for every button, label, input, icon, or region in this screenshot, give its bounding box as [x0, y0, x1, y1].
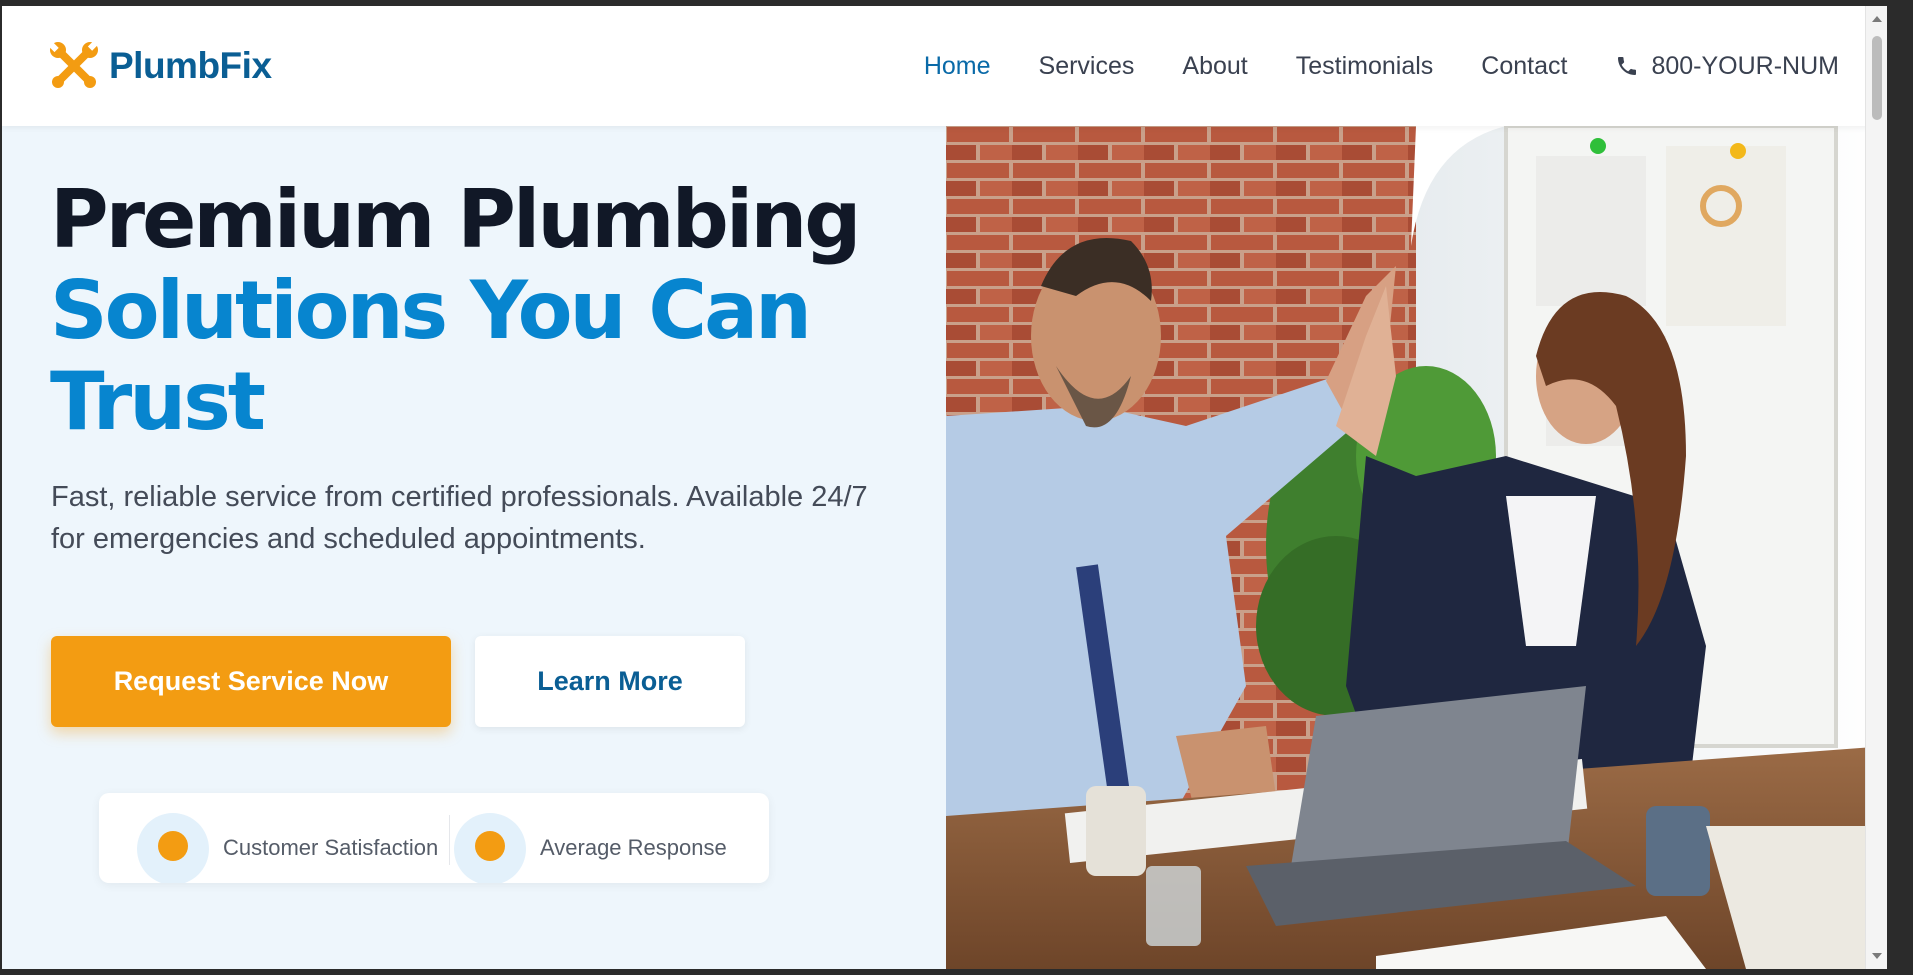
wrench-cross-icon: [49, 41, 98, 88]
nav-contact[interactable]: Contact: [1481, 52, 1567, 81]
scroll-down-arrow-icon[interactable]: [1872, 953, 1882, 959]
stat-response: Average Response: [454, 813, 727, 883]
browser-viewport: PlumbFix Home Services About Testimonial…: [2, 6, 1887, 969]
brand-name: PlumbFix: [109, 45, 272, 86]
office-high-five-photo: [946, 126, 1887, 969]
phone-number: 800-YOUR-NUM: [1651, 51, 1839, 80]
stat-label: Customer Satisfaction: [223, 835, 439, 860]
main-nav: Home Services About Testimonials Contact…: [876, 6, 1839, 126]
brand-logo[interactable]: PlumbFix: [49, 41, 272, 91]
learn-more-button[interactable]: Learn More: [475, 636, 745, 727]
hero-photo: [946, 126, 1887, 969]
hero-subtitle: Fast, reliable service from certified pr…: [51, 481, 868, 555]
nav-about[interactable]: About: [1182, 52, 1247, 81]
site-header: PlumbFix Home Services About Testimonial…: [2, 6, 1887, 126]
nav-testimonials[interactable]: Testimonials: [1296, 52, 1434, 81]
page-scrollbar[interactable]: [1865, 6, 1887, 969]
stat-satisfaction: Customer Satisfaction: [137, 813, 438, 883]
satisfaction-icon: [137, 813, 209, 883]
hero-title-line2: Solutions You Can Trust: [50, 264, 812, 448]
scrollbar-thumb[interactable]: [1872, 36, 1882, 120]
scroll-up-arrow-icon[interactable]: [1872, 16, 1882, 22]
stats-card: Customer Satisfaction Average Response: [99, 793, 769, 883]
phone-link[interactable]: 800-YOUR-NUM: [1615, 52, 1839, 81]
stat-divider: [449, 815, 450, 865]
nav-services[interactable]: Services: [1039, 52, 1135, 81]
stat-label: Average Response: [540, 835, 727, 860]
hero-title-line1: Premium Plumbing: [50, 173, 862, 266]
response-time-icon: [454, 813, 526, 883]
nav-home[interactable]: Home: [924, 52, 991, 81]
hero-title: Premium Plumbing Solutions You Can Trust: [50, 174, 930, 447]
request-service-button[interactable]: Request Service Now: [51, 636, 451, 727]
phone-icon: [1618, 57, 1637, 75]
